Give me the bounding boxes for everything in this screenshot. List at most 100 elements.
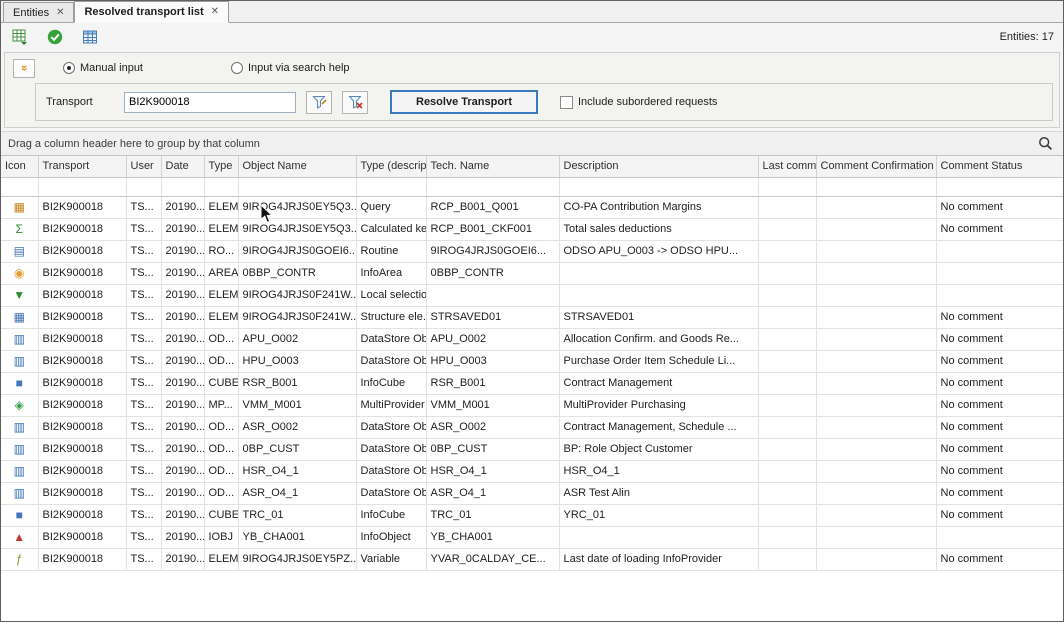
column-header-date[interactable]: Date bbox=[161, 156, 204, 177]
cell-date[interactable]: 20190... bbox=[161, 350, 204, 372]
manual-input-label[interactable]: Manual input bbox=[80, 62, 143, 74]
cell-transport[interactable]: BI2K900018 bbox=[38, 504, 126, 526]
filter-cell[interactable] bbox=[38, 177, 126, 196]
clear-filter-button[interactable] bbox=[342, 91, 368, 114]
column-header-last-comment[interactable]: Last commenti... bbox=[758, 156, 816, 177]
cell-status[interactable]: No comment bbox=[936, 328, 1063, 350]
cell-transport[interactable]: BI2K900018 bbox=[38, 306, 126, 328]
cell-type_desc[interactable]: MultiProvider bbox=[356, 394, 426, 416]
cell-status[interactable]: No comment bbox=[936, 306, 1063, 328]
cell-icon[interactable]: ▦ bbox=[1, 306, 38, 328]
cell-transport[interactable]: BI2K900018 bbox=[38, 482, 126, 504]
cell-type_desc[interactable]: Structure ele... bbox=[356, 306, 426, 328]
search-help-label[interactable]: Input via search help bbox=[248, 62, 350, 74]
cell-type_desc[interactable]: Variable bbox=[356, 548, 426, 570]
cell-user[interactable]: TS... bbox=[126, 328, 161, 350]
cell-type[interactable]: ELEM bbox=[204, 306, 238, 328]
cell-last_comment[interactable] bbox=[758, 526, 816, 548]
cell-user[interactable]: TS... bbox=[126, 262, 161, 284]
filter-cell[interactable] bbox=[161, 177, 204, 196]
cell-last_comment[interactable] bbox=[758, 284, 816, 306]
filter-cell[interactable] bbox=[758, 177, 816, 196]
cell-type_desc[interactable]: DataStore Ob... bbox=[356, 460, 426, 482]
cell-desc[interactable] bbox=[559, 262, 758, 284]
cell-status[interactable]: No comment bbox=[936, 548, 1063, 570]
table-row[interactable]: ▥BI2K900018TS...20190...OD...ASR_O002Dat… bbox=[1, 416, 1063, 438]
cell-status[interactable]: No comment bbox=[936, 504, 1063, 526]
cell-object[interactable]: 9IROG4JRJS0EY5PZ... bbox=[238, 548, 356, 570]
cell-user[interactable]: TS... bbox=[126, 438, 161, 460]
table-row[interactable]: ▥BI2K900018TS...20190...OD...HSR_O4_1Dat… bbox=[1, 460, 1063, 482]
table-row[interactable]: ▥BI2K900018TS...20190...OD...0BP_CUSTDat… bbox=[1, 438, 1063, 460]
cell-last_comment[interactable] bbox=[758, 416, 816, 438]
cell-desc[interactable] bbox=[559, 284, 758, 306]
cell-last_comment[interactable] bbox=[758, 394, 816, 416]
cell-type_desc[interactable]: DataStore Ob... bbox=[356, 328, 426, 350]
cell-last_comment[interactable] bbox=[758, 196, 816, 218]
cell-icon[interactable]: ◉ bbox=[1, 262, 38, 284]
table-row[interactable]: ƒBI2K900018TS...20190...ELEM9IROG4JRJS0E… bbox=[1, 548, 1063, 570]
filter-cell[interactable] bbox=[238, 177, 356, 196]
cell-confirmation[interactable] bbox=[816, 394, 936, 416]
cell-last_comment[interactable] bbox=[758, 548, 816, 570]
filter-cell[interactable] bbox=[816, 177, 936, 196]
cell-tech[interactable]: 9IROG4JRJS0GOEI6... bbox=[426, 240, 559, 262]
cell-tech[interactable]: RCP_B001_Q001 bbox=[426, 196, 559, 218]
cell-object[interactable]: 9IROG4JRJS0EY5Q3... bbox=[238, 196, 356, 218]
cell-type_desc[interactable]: InfoObject bbox=[356, 526, 426, 548]
cell-date[interactable]: 20190... bbox=[161, 196, 204, 218]
table-row[interactable]: ▦BI2K900018TS...20190...ELEM9IROG4JRJS0E… bbox=[1, 196, 1063, 218]
table-row[interactable]: ▦BI2K900018TS...20190...ELEM9IROG4JRJS0F… bbox=[1, 306, 1063, 328]
cell-icon[interactable]: ▥ bbox=[1, 350, 38, 372]
cell-user[interactable]: TS... bbox=[126, 526, 161, 548]
cell-status[interactable]: No comment bbox=[936, 196, 1063, 218]
cell-type[interactable]: MP... bbox=[204, 394, 238, 416]
export-grid-button[interactable] bbox=[10, 27, 30, 47]
cell-tech[interactable] bbox=[426, 284, 559, 306]
filter-cell[interactable] bbox=[204, 177, 238, 196]
manual-input-radio[interactable] bbox=[63, 62, 75, 74]
cell-confirmation[interactable] bbox=[816, 526, 936, 548]
table-row[interactable]: ◈BI2K900018TS...20190...MP...VMM_M001Mul… bbox=[1, 394, 1063, 416]
cell-transport[interactable]: BI2K900018 bbox=[38, 196, 126, 218]
cell-user[interactable]: TS... bbox=[126, 372, 161, 394]
cell-date[interactable]: 20190... bbox=[161, 482, 204, 504]
cell-tech[interactable]: RSR_B001 bbox=[426, 372, 559, 394]
table-row[interactable]: ▤BI2K900018TS...20190...RO...9IROG4JRJS0… bbox=[1, 240, 1063, 262]
cell-object[interactable]: APU_O002 bbox=[238, 328, 356, 350]
cell-confirmation[interactable] bbox=[816, 482, 936, 504]
cell-icon[interactable]: ƒ bbox=[1, 548, 38, 570]
cell-icon[interactable]: ▦ bbox=[1, 196, 38, 218]
cell-object[interactable]: VMM_M001 bbox=[238, 394, 356, 416]
cell-tech[interactable]: STRSAVED01 bbox=[426, 306, 559, 328]
cell-transport[interactable]: BI2K900018 bbox=[38, 460, 126, 482]
cell-icon[interactable]: Σ bbox=[1, 218, 38, 240]
cell-object[interactable]: HPU_O003 bbox=[238, 350, 356, 372]
filter-cell[interactable] bbox=[559, 177, 758, 196]
cell-confirmation[interactable] bbox=[816, 196, 936, 218]
cell-transport[interactable]: BI2K900018 bbox=[38, 548, 126, 570]
cell-type[interactable]: AREA bbox=[204, 262, 238, 284]
cell-type[interactable]: ELEM bbox=[204, 196, 238, 218]
cell-type_desc[interactable]: DataStore Ob... bbox=[356, 438, 426, 460]
cell-date[interactable]: 20190... bbox=[161, 394, 204, 416]
cell-status[interactable] bbox=[936, 240, 1063, 262]
column-header-icon[interactable]: Icon bbox=[1, 156, 38, 177]
cell-confirmation[interactable] bbox=[816, 218, 936, 240]
cell-user[interactable]: TS... bbox=[126, 350, 161, 372]
cell-desc[interactable]: Last date of loading InfoProvider bbox=[559, 548, 758, 570]
cell-last_comment[interactable] bbox=[758, 438, 816, 460]
cell-tech[interactable]: 0BP_CUST bbox=[426, 438, 559, 460]
cell-tech[interactable]: HPU_O003 bbox=[426, 350, 559, 372]
cell-confirmation[interactable] bbox=[816, 460, 936, 482]
table-row[interactable]: ■BI2K900018TS...20190...CUBETRC_01InfoCu… bbox=[1, 504, 1063, 526]
cell-confirmation[interactable] bbox=[816, 548, 936, 570]
close-icon[interactable]: ✕ bbox=[211, 7, 219, 17]
cell-status[interactable]: No comment bbox=[936, 460, 1063, 482]
cell-last_comment[interactable] bbox=[758, 460, 816, 482]
collapse-panel-button[interactable]: » bbox=[13, 59, 35, 78]
cell-desc[interactable]: ASR Test Alin bbox=[559, 482, 758, 504]
include-subordered-label[interactable]: Include subordered requests bbox=[578, 96, 717, 108]
filter-cell[interactable] bbox=[426, 177, 559, 196]
cell-desc[interactable] bbox=[559, 526, 758, 548]
